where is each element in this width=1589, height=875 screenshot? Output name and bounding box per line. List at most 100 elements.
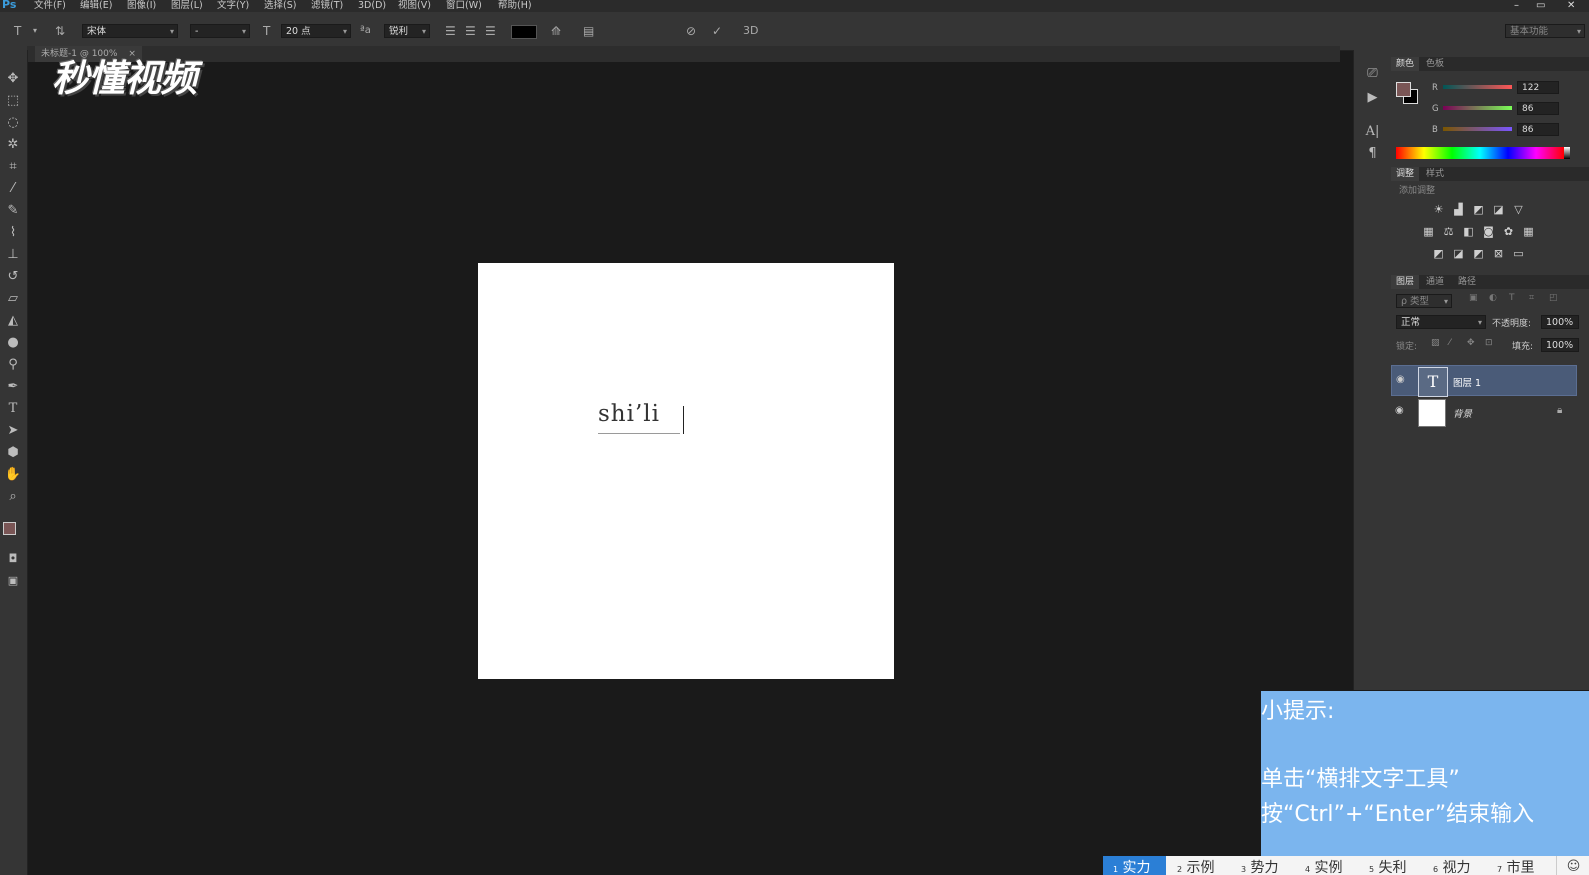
commit-check-icon[interactable]: ✓ <box>712 24 722 38</box>
levels-icon[interactable]: ▟ <box>1451 203 1466 217</box>
type-tool-icon[interactable]: T <box>14 24 21 38</box>
align-right-icon[interactable]: ☰ <box>485 24 496 38</box>
tab-adjustments[interactable]: 调整 <box>1391 167 1420 181</box>
restore-button[interactable]: ▭ <box>1536 0 1545 12</box>
menu-file[interactable]: 文件(F) <box>34 0 66 12</box>
color-spectrum-ramp[interactable] <box>1396 147 1564 159</box>
foreground-color-swatch[interactable] <box>3 522 16 535</box>
smiley-icon[interactable]: ☺ <box>1556 856 1589 875</box>
text-color-swatch[interactable] <box>511 25 537 39</box>
opacity-field[interactable]: 100% <box>1541 315 1579 329</box>
lasso-tool-icon[interactable]: ◌ <box>3 114 23 132</box>
vibrance-icon[interactable]: ▽ <box>1511 203 1526 217</box>
filter-adjust-icon[interactable]: ◐ <box>1489 293 1497 303</box>
candidate-item[interactable]: 1 实力 <box>1103 856 1166 875</box>
align-left-icon[interactable]: ☰ <box>445 24 456 38</box>
workspace-select[interactable]: 基本功能 ▾ <box>1505 24 1585 38</box>
b-value-field[interactable]: 86 <box>1517 123 1559 136</box>
lock-position-icon[interactable]: ✥ <box>1467 338 1475 348</box>
menu-help[interactable]: 帮助(H) <box>498 0 532 12</box>
r-value-field[interactable]: 122 <box>1517 81 1559 94</box>
layer-name[interactable]: 背景 <box>1453 406 1472 420</box>
hue-saturation-icon[interactable]: ▦ <box>1421 225 1436 239</box>
shape-tool-icon[interactable]: ⬢ <box>3 444 23 462</box>
menu-layer[interactable]: 图层(L) <box>171 0 203 12</box>
curves-icon[interactable]: ◩ <box>1471 203 1486 217</box>
filter-type-icon[interactable]: T <box>1509 293 1515 303</box>
tab-color[interactable]: 颜色 <box>1391 57 1420 71</box>
black-white-icon[interactable]: ◧ <box>1461 225 1476 239</box>
antialias-select[interactable]: 锐利 ▾ <box>384 24 430 38</box>
tool-preset-arrow-icon[interactable]: ▾ <box>33 24 37 38</box>
character-panel-icon[interactable]: A| <box>1354 124 1391 139</box>
gradient-map-icon[interactable]: ⊠ <box>1491 247 1506 261</box>
tab-paths[interactable]: 路径 <box>1453 275 1481 289</box>
filter-smart-icon[interactable]: ◰ <box>1549 293 1558 303</box>
threshold-icon[interactable]: ◩ <box>1471 247 1486 261</box>
warp-text-icon[interactable]: ⟰ <box>551 24 561 38</box>
tab-layers[interactable]: 图层 <box>1391 275 1420 289</box>
brush-tool-icon[interactable]: ⌇ <box>3 224 23 242</box>
menu-view[interactable]: 视图(V) <box>398 0 431 12</box>
posterize-icon[interactable]: ◪ <box>1451 247 1466 261</box>
canvas-text-layer[interactable]: shi’li <box>598 401 660 427</box>
document-canvas[interactable]: shi’li <box>478 263 894 679</box>
b-slider[interactable] <box>1443 127 1512 131</box>
candidate-item[interactable]: 2 示例 <box>1167 856 1230 875</box>
tab-channels[interactable]: 通道 <box>1421 275 1449 289</box>
layer-name[interactable]: 图层 1 <box>1453 375 1481 389</box>
candidate-item[interactable]: 3 势力 <box>1231 856 1294 875</box>
r-slider[interactable] <box>1443 85 1512 89</box>
candidate-item[interactable]: 4 实例 <box>1295 856 1358 875</box>
layer-row[interactable]: ◉ 背景 🔒︎ <box>1391 397 1577 428</box>
g-slider[interactable] <box>1443 106 1512 110</box>
eye-icon[interactable]: ◉ <box>1396 374 1405 385</box>
cancel-icon[interactable]: ⊘ <box>686 24 696 38</box>
history-brush-tool-icon[interactable]: ↺ <box>3 268 23 286</box>
path-selection-tool-icon[interactable]: ➤ <box>3 422 23 440</box>
eye-icon[interactable]: ◉ <box>1395 405 1404 416</box>
minimize-button[interactable]: – <box>1514 0 1519 12</box>
blur-tool-icon[interactable]: ● <box>3 334 23 352</box>
close-button[interactable]: ✕ <box>1567 0 1575 12</box>
3d-button[interactable]: 3D <box>743 24 758 38</box>
menu-window[interactable]: 窗口(W) <box>446 0 482 12</box>
dodge-tool-icon[interactable]: ⚲ <box>3 356 23 374</box>
paragraph-panel-icon[interactable]: ¶ <box>1354 146 1391 161</box>
font-style-select[interactable]: - ▾ <box>190 24 250 38</box>
photo-filter-icon[interactable]: ◙ <box>1481 225 1496 239</box>
hand-tool-icon[interactable]: ✋ <box>3 466 23 484</box>
layer-row[interactable]: ◉ T 图层 1 <box>1391 365 1577 397</box>
history-panel-icon[interactable]: ⎚ <box>1354 66 1391 81</box>
magic-wand-tool-icon[interactable]: ✲ <box>3 136 23 154</box>
healing-brush-tool-icon[interactable]: ✎ <box>3 202 23 220</box>
color-foreground-swatch[interactable] <box>1396 82 1411 97</box>
layer-filter-select[interactable]: ρ 类型 ▾ <box>1396 294 1452 308</box>
candidate-item[interactable]: 5 失利 <box>1359 856 1422 875</box>
move-tool-icon[interactable]: ✥ <box>3 70 23 88</box>
eyedropper-tool-icon[interactable]: ⁄ <box>3 180 23 198</box>
eraser-tool-icon[interactable]: ▱ <box>3 290 23 308</box>
selective-color-icon[interactable]: ▭ <box>1511 247 1526 261</box>
menu-type[interactable]: 文字(Y) <box>217 0 249 12</box>
menu-select[interactable]: 选择(S) <box>264 0 296 12</box>
lock-brush-icon[interactable]: ⁄ <box>1449 338 1451 348</box>
candidate-item[interactable]: 6 视力 <box>1423 856 1486 875</box>
menu-filter[interactable]: 滤镜(T) <box>311 0 343 12</box>
screen-mode-icon[interactable]: ▣ <box>3 572 23 590</box>
font-size-select[interactable]: 20 点 ▾ <box>281 24 351 38</box>
fill-field[interactable]: 100% <box>1541 338 1579 352</box>
blend-mode-select[interactable]: 正常 ▾ <box>1396 315 1486 329</box>
brightness-icon[interactable]: ☀ <box>1431 203 1446 217</box>
lock-pixels-icon[interactable]: ▨ <box>1431 338 1440 348</box>
menu-edit[interactable]: 编辑(E) <box>80 0 112 12</box>
type-tool-icon[interactable]: T <box>3 400 23 418</box>
menu-image[interactable]: 图像(I) <box>127 0 156 12</box>
clone-stamp-tool-icon[interactable]: ⊥ <box>3 246 23 264</box>
exposure-icon[interactable]: ◪ <box>1491 203 1506 217</box>
quick-mask-icon[interactable]: ◘ <box>3 550 23 568</box>
actions-panel-icon[interactable]: ▶ <box>1354 90 1391 105</box>
toggle-orientation-icon[interactable]: ⇅ <box>55 24 65 38</box>
align-center-icon[interactable]: ☰ <box>465 24 476 38</box>
paint-bucket-tool-icon[interactable]: ◭ <box>3 312 23 330</box>
